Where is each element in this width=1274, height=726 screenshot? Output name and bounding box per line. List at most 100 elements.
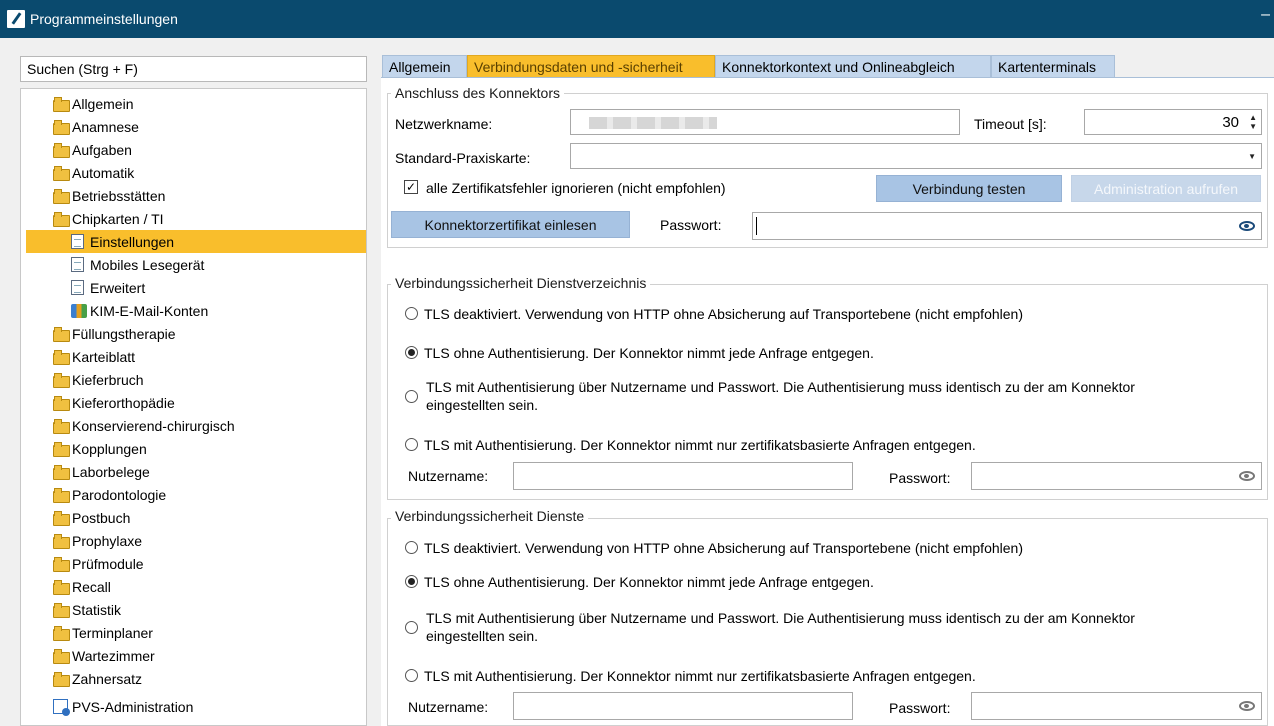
d-option-tls-off-label: TLS deaktiviert. Verwendung von HTTP ohn… [424,540,1023,556]
d-option-tls-userpass-label-line2: eingestellten sein. [426,628,539,644]
d-option-tls-noauth-radio[interactable] [405,575,418,588]
tree-item-label: Allgemein [72,95,134,112]
tree-item-label: Zahnersatz [72,670,143,687]
d-option-tls-cert-label: TLS mit Authentisierung. Der Konnektor n… [424,668,976,684]
tree-item-kieferorthopaedie[interactable]: Kieferorthopädie [53,391,353,414]
d-option-tls-userpass-label: TLS mit Authentisierung über Nutzername … [426,610,1135,626]
folder-icon [53,488,70,503]
tree-item-label: Parodontologie [72,486,167,503]
d-option-tls-userpass-radio[interactable] [405,621,418,634]
spinner-arrows-icon[interactable]: ▲ ▼ [1249,113,1257,131]
folder-icon [53,212,70,227]
title-bar: Programmeinstellungen – [0,0,1274,38]
folder-icon [53,534,70,549]
tree-item-label: Mobiles Lesegerät [90,256,205,273]
dv-option-tls-noauth-radio[interactable] [405,346,418,359]
chevron-down-icon[interactable]: ▼ [1248,152,1256,161]
tree-item-zahnersatz[interactable]: Zahnersatz [53,667,353,690]
ignore-cert-checkbox[interactable]: ✓ [404,180,418,194]
tree-item-kopplungen[interactable]: Kopplungen [53,437,353,460]
d-username-input[interactable] [513,692,853,720]
d-password-input[interactable] [971,692,1262,720]
tree-item-pvs-administration[interactable]: PVS-Administration [53,695,353,718]
tree-item-label: Einstellungen [90,233,175,250]
show-password-icon[interactable] [1239,701,1255,711]
dienstverzeichnis-group-title: Verbindungssicherheit Dienstverzeichnis [391,275,651,291]
show-password-icon[interactable] [1239,221,1255,231]
tree-item-kieferbruch[interactable]: Kieferbruch [53,368,353,391]
blurred-value [589,117,717,129]
tree-item-parodontologie[interactable]: Parodontologie [53,483,353,506]
tree-item-chipkarten-ti[interactable]: Chipkarten / TI [53,207,353,230]
ignore-cert-label: alle Zertifikatsfehler ignorieren (nicht… [426,180,726,196]
konnektorzertifikat-einlesen-button[interactable]: Konnektorzertifikat einlesen [391,211,630,238]
tree-item-label: Füllungstherapie [72,325,176,342]
tree-item-pruefmodule[interactable]: Prüfmodule [53,552,353,575]
folder-icon [53,327,70,342]
dv-option-tls-off-label: TLS deaktiviert. Verwendung von HTTP ohn… [424,306,1023,322]
tree-item-label: Konservierend-chirurgisch [72,417,235,434]
tab-kartenterminals[interactable]: Kartenterminals [991,55,1115,77]
folder-icon [53,166,70,181]
administration-aufrufen-button[interactable]: Administration aufrufen [1071,175,1261,202]
praxiskarte-select[interactable]: ▼ [570,143,1262,169]
folder-icon [53,649,70,664]
pvs-icon [53,699,70,716]
folder-icon [53,672,70,687]
tree-item-aufgaben[interactable]: Aufgaben [53,138,353,161]
dv-password-input[interactable] [971,462,1262,490]
dv-password-label: Passwort: [889,470,951,486]
tree-item-terminplaner[interactable]: Terminplaner [53,621,353,644]
d-username-label: Nutzername: [408,699,489,715]
tree-item-kim-e-mail-konten[interactable]: KIM-E-Mail-Konten [71,299,351,322]
folder-icon [53,603,70,618]
tree-item-betriebsstaetten[interactable]: Betriebsstätten [53,184,353,207]
document-icon [71,257,84,272]
text-cursor [756,217,757,235]
tree-item-fuellungstherapie[interactable]: Füllungstherapie [53,322,353,345]
timeout-spinner[interactable]: 30 ▲ ▼ [1084,109,1262,135]
verbindung-testen-button[interactable]: Verbindung testen [876,175,1062,202]
show-password-icon[interactable] [1239,471,1255,481]
tab-konnektorkontext[interactable]: Konnektorkontext und Onlineabgleich [715,55,991,77]
tree-item-erweitert[interactable]: Erweitert [71,276,351,299]
folder-icon [53,419,70,434]
tree-item-anamnese[interactable]: Anamnese [53,115,353,138]
tree-item-statistik[interactable]: Statistik [53,598,353,621]
tree-item-karteiblatt[interactable]: Karteiblatt [53,345,353,368]
tree-item-wartezimmer[interactable]: Wartezimmer [53,644,353,667]
tree-item-allgemein[interactable]: Allgemein [53,92,353,115]
tree-item-prophylaxe[interactable]: Prophylaxe [53,529,353,552]
search-input[interactable]: Suchen (Strg + F) [20,56,367,82]
tree-item-recall[interactable]: Recall [53,575,353,598]
tab-allgemein[interactable]: Allgemein [382,55,467,77]
konnektor-password-input[interactable] [752,212,1262,240]
folder-icon [53,626,70,641]
dv-option-tls-cert-radio[interactable] [405,438,418,451]
tree-item-postbuch[interactable]: Postbuch [53,506,353,529]
tree-item-automatik[interactable]: Automatik [53,161,353,184]
timeout-label: Timeout [s]: [974,116,1047,132]
tree-item-konservierend-chirurgisch[interactable]: Konservierend-chirurgisch [53,414,353,437]
dv-username-input[interactable] [513,462,853,490]
tree-item-einstellungen[interactable]: Einstellungen [26,230,366,253]
books-icon [71,303,87,318]
minimize-button[interactable]: – [1261,6,1270,24]
folder-icon [53,396,70,411]
konnektor-group-title: Anschluss des Konnektors [391,85,564,101]
d-option-tls-cert-radio[interactable] [405,669,418,682]
tab-verbindungsdaten[interactable]: Verbindungsdaten und -sicherheit [467,55,715,77]
dv-option-tls-userpass-label-line2: eingestellten sein. [426,397,539,413]
d-option-tls-noauth-label: TLS ohne Authentisierung. Der Konnektor … [424,574,874,590]
netzwerkname-input[interactable] [570,109,960,135]
netzwerkname-label: Netzwerkname: [395,116,493,132]
dv-option-tls-userpass-radio[interactable] [405,390,418,403]
folder-icon [53,143,70,158]
dv-option-tls-off-radio[interactable] [405,307,418,320]
tree-item-laborbelege[interactable]: Laborbelege [53,460,353,483]
folder-icon [53,189,70,204]
settings-tree[interactable]: Allgemein Anamnese Aufgaben Automatik Be… [20,88,367,726]
d-option-tls-off-radio[interactable] [405,541,418,554]
tree-item-mobiles-lesegeraet[interactable]: Mobiles Lesegerät [71,253,351,276]
document-icon [71,280,84,295]
